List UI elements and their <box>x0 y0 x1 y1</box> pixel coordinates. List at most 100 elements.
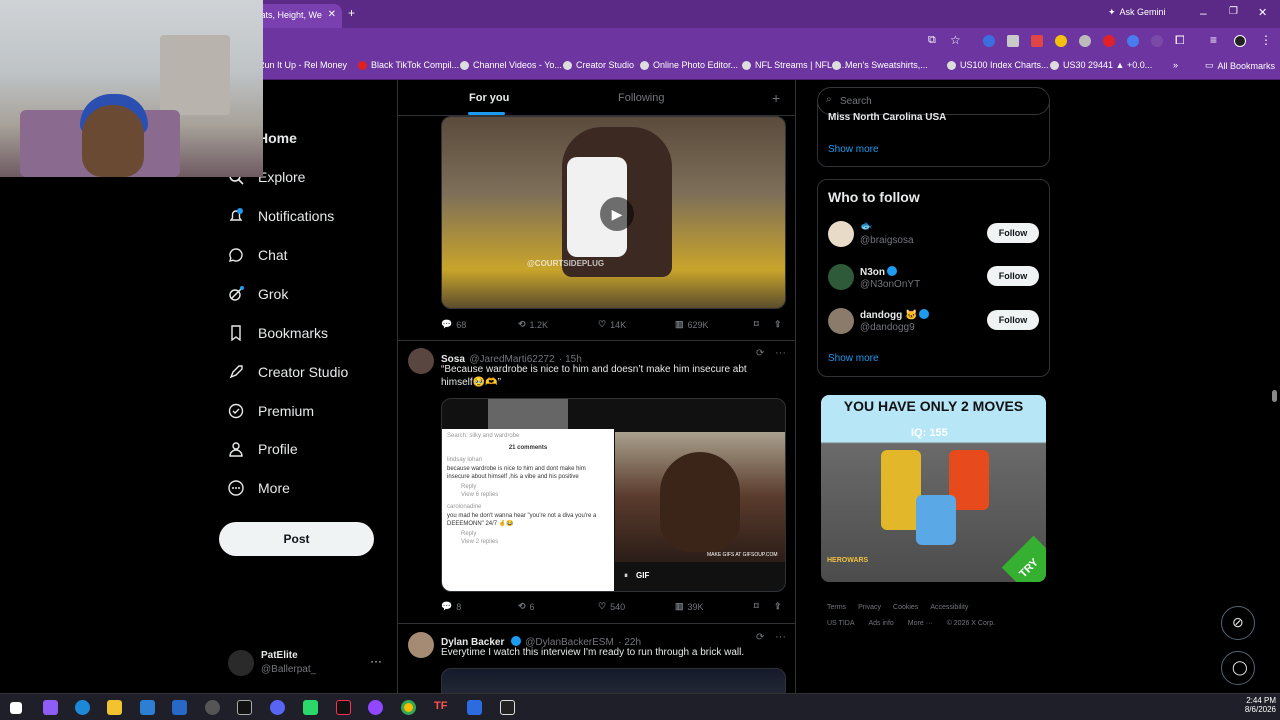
extension-icon[interactable] <box>1127 35 1139 47</box>
media-icon[interactable]: ≡ <box>1210 33 1217 47</box>
discord-icon[interactable] <box>270 700 285 715</box>
suggestion-handle[interactable]: @N3onOnYT <box>860 279 920 290</box>
views-button[interactable]: ▥ 39K <box>675 601 704 612</box>
trend-item[interactable]: Miss North Carolina USA <box>828 112 946 120</box>
more-dots-icon[interactable]: ··· <box>775 347 786 359</box>
bookmark-item[interactable]: Channel Videos - Yo... <box>460 60 562 70</box>
sponsored-ad[interactable]: YOU HAVE ONLY 2 MOVES IQ: 155 HEROWARS T… <box>821 395 1046 582</box>
extension-icon[interactable] <box>1103 35 1115 47</box>
bookmark-item[interactable]: Men's Sweatshirts,... <box>832 60 928 70</box>
extension-icon[interactable] <box>1031 35 1043 47</box>
app-icon[interactable] <box>500 700 515 715</box>
tab-following[interactable]: Following <box>618 92 664 104</box>
show-more-link[interactable]: Show more <box>828 353 879 364</box>
more-dots-icon[interactable]: ··· <box>370 654 382 668</box>
system-clock[interactable]: 2:44 PM 8/6/2026 <box>1232 696 1276 714</box>
nav-more[interactable]: More <box>228 480 290 496</box>
post-button[interactable]: Post <box>219 522 374 556</box>
share-button[interactable]: ⇪ <box>774 319 782 330</box>
suggestion-name[interactable]: 🐟 <box>860 221 872 232</box>
footer-link[interactable]: More ··· <box>908 620 933 627</box>
ad-try-ribbon[interactable]: TRY <box>1001 535 1046 582</box>
bookmarks-overflow-icon[interactable]: » <box>1173 60 1178 70</box>
avatar[interactable] <box>828 221 854 247</box>
follow-button[interactable]: Follow <box>987 223 1039 243</box>
suggestion-handle[interactable]: @dandogg9 <box>860 322 915 333</box>
bookmark-item[interactable]: NFL Streams | NFL L... <box>742 60 847 70</box>
suggestion-handle[interactable]: @braigsosa <box>860 235 914 246</box>
follow-button[interactable]: Follow <box>987 266 1039 286</box>
more-dots-icon[interactable]: ··· <box>775 631 786 643</box>
bookmark-item[interactable]: Online Photo Editor... <box>640 60 738 70</box>
avatar[interactable] <box>828 264 854 290</box>
minimize-icon[interactable]: – <box>1200 6 1207 20</box>
tab-for-you[interactable]: For you <box>469 92 509 104</box>
suggestion-name[interactable]: dandogg 🐱 <box>860 308 930 321</box>
share-button[interactable]: ⇪ <box>774 601 782 612</box>
chat-float-button[interactable]: ◯ <box>1221 651 1255 685</box>
nav-creator-studio[interactable]: Creator Studio <box>228 364 348 380</box>
video-player[interactable]: ▶ @COURTSIDEPLUG <box>441 116 786 309</box>
nav-bookmarks[interactable]: Bookmarks <box>228 325 328 341</box>
close-window-icon[interactable]: ✕ <box>1258 6 1267 19</box>
reply-button[interactable]: 💬 68 <box>441 319 466 330</box>
nav-grok[interactable]: Grok <box>228 286 288 302</box>
account-switcher[interactable]: PatElite @Ballerpat_ ··· <box>228 650 388 680</box>
bookmark-item[interactable]: Run It Up - Rel Money <box>258 60 347 70</box>
repost-button[interactable]: ⟲ 6 <box>518 601 535 612</box>
suggestion-name[interactable]: N3on <box>860 265 897 278</box>
star-icon[interactable]: ☆ <box>950 33 961 47</box>
gif-controls[interactable]: ⏸ GIF <box>624 571 649 581</box>
edge-icon[interactable] <box>75 700 90 715</box>
nav-premium[interactable]: Premium <box>228 403 314 419</box>
install-icon[interactable]: ⧉ <box>928 34 936 47</box>
footer-link[interactable]: Cookies <box>893 604 918 611</box>
epic-games-icon[interactable] <box>237 700 252 715</box>
footer-link[interactable]: US TIDA <box>827 620 855 627</box>
like-button[interactable]: ♡ 14K <box>598 319 626 330</box>
app-icon[interactable] <box>368 700 383 715</box>
all-bookmarks[interactable]: ▭ All Bookmarks <box>1205 60 1275 71</box>
active-tab[interactable]: tats, Height, We ✕ <box>250 4 342 28</box>
profile-avatar[interactable] <box>1234 35 1246 47</box>
bookmark-item[interactable]: Creator Studio <box>563 60 634 70</box>
extension-icon[interactable] <box>1055 35 1067 47</box>
extension-icon[interactable] <box>1007 35 1019 47</box>
avatar[interactable] <box>828 308 854 334</box>
app-icon[interactable] <box>467 700 482 715</box>
footer-link[interactable]: Privacy <box>858 604 881 611</box>
extension-icon[interactable] <box>1151 35 1163 47</box>
bookmark-item[interactable]: US30 29441 ▲ +0.0... <box>1050 60 1152 70</box>
avatar[interactable] <box>408 632 434 658</box>
app-icon[interactable]: TF <box>434 700 449 715</box>
tweet-media-grid[interactable]: Search: silky and wardrobe 21 comments l… <box>441 398 786 592</box>
start-icon[interactable] <box>10 702 22 714</box>
steam-icon[interactable] <box>205 700 220 715</box>
play-icon[interactable]: ▶ <box>600 197 634 231</box>
footer-link[interactable]: Ads info <box>869 620 894 627</box>
views-button[interactable]: ▥ 629K <box>675 319 709 330</box>
grok-explain-icon[interactable]: ⟳ <box>756 632 764 643</box>
repost-button[interactable]: ⟲ 1.2K <box>518 319 548 330</box>
restore-icon[interactable]: ❐ <box>1229 6 1238 17</box>
page-scrollbar-thumb[interactable] <box>1272 390 1277 402</box>
extension-icon[interactable] <box>983 35 995 47</box>
tiktok-icon[interactable] <box>336 700 351 715</box>
add-tab-icon[interactable]: + <box>772 90 780 106</box>
chrome-icon[interactable] <box>401 700 416 715</box>
gemini-button[interactable]: ✦ Ask Gemini <box>1108 7 1166 18</box>
new-tab-icon[interactable]: + <box>348 6 355 20</box>
show-more-link[interactable]: Show more <box>828 144 879 155</box>
like-button[interactable]: ♡ 540 <box>598 601 625 612</box>
bookmark-item[interactable]: US100 Index Charts... <box>947 60 1049 70</box>
nav-profile[interactable]: Profile <box>228 441 298 457</box>
puzzle-icon[interactable]: ⧠ <box>1175 33 1185 48</box>
copilot-icon[interactable] <box>43 700 58 715</box>
follow-button[interactable]: Follow <box>987 310 1039 330</box>
mail-icon[interactable] <box>172 700 187 715</box>
tab-close-icon[interactable]: ✕ <box>328 9 336 20</box>
grok-explain-icon[interactable]: ⟳ <box>756 348 764 359</box>
nav-chat[interactable]: Chat <box>228 247 288 263</box>
bookmark-item[interactable]: Black TikTok Compil... <box>358 60 459 70</box>
footer-link[interactable]: Terms <box>827 604 846 611</box>
